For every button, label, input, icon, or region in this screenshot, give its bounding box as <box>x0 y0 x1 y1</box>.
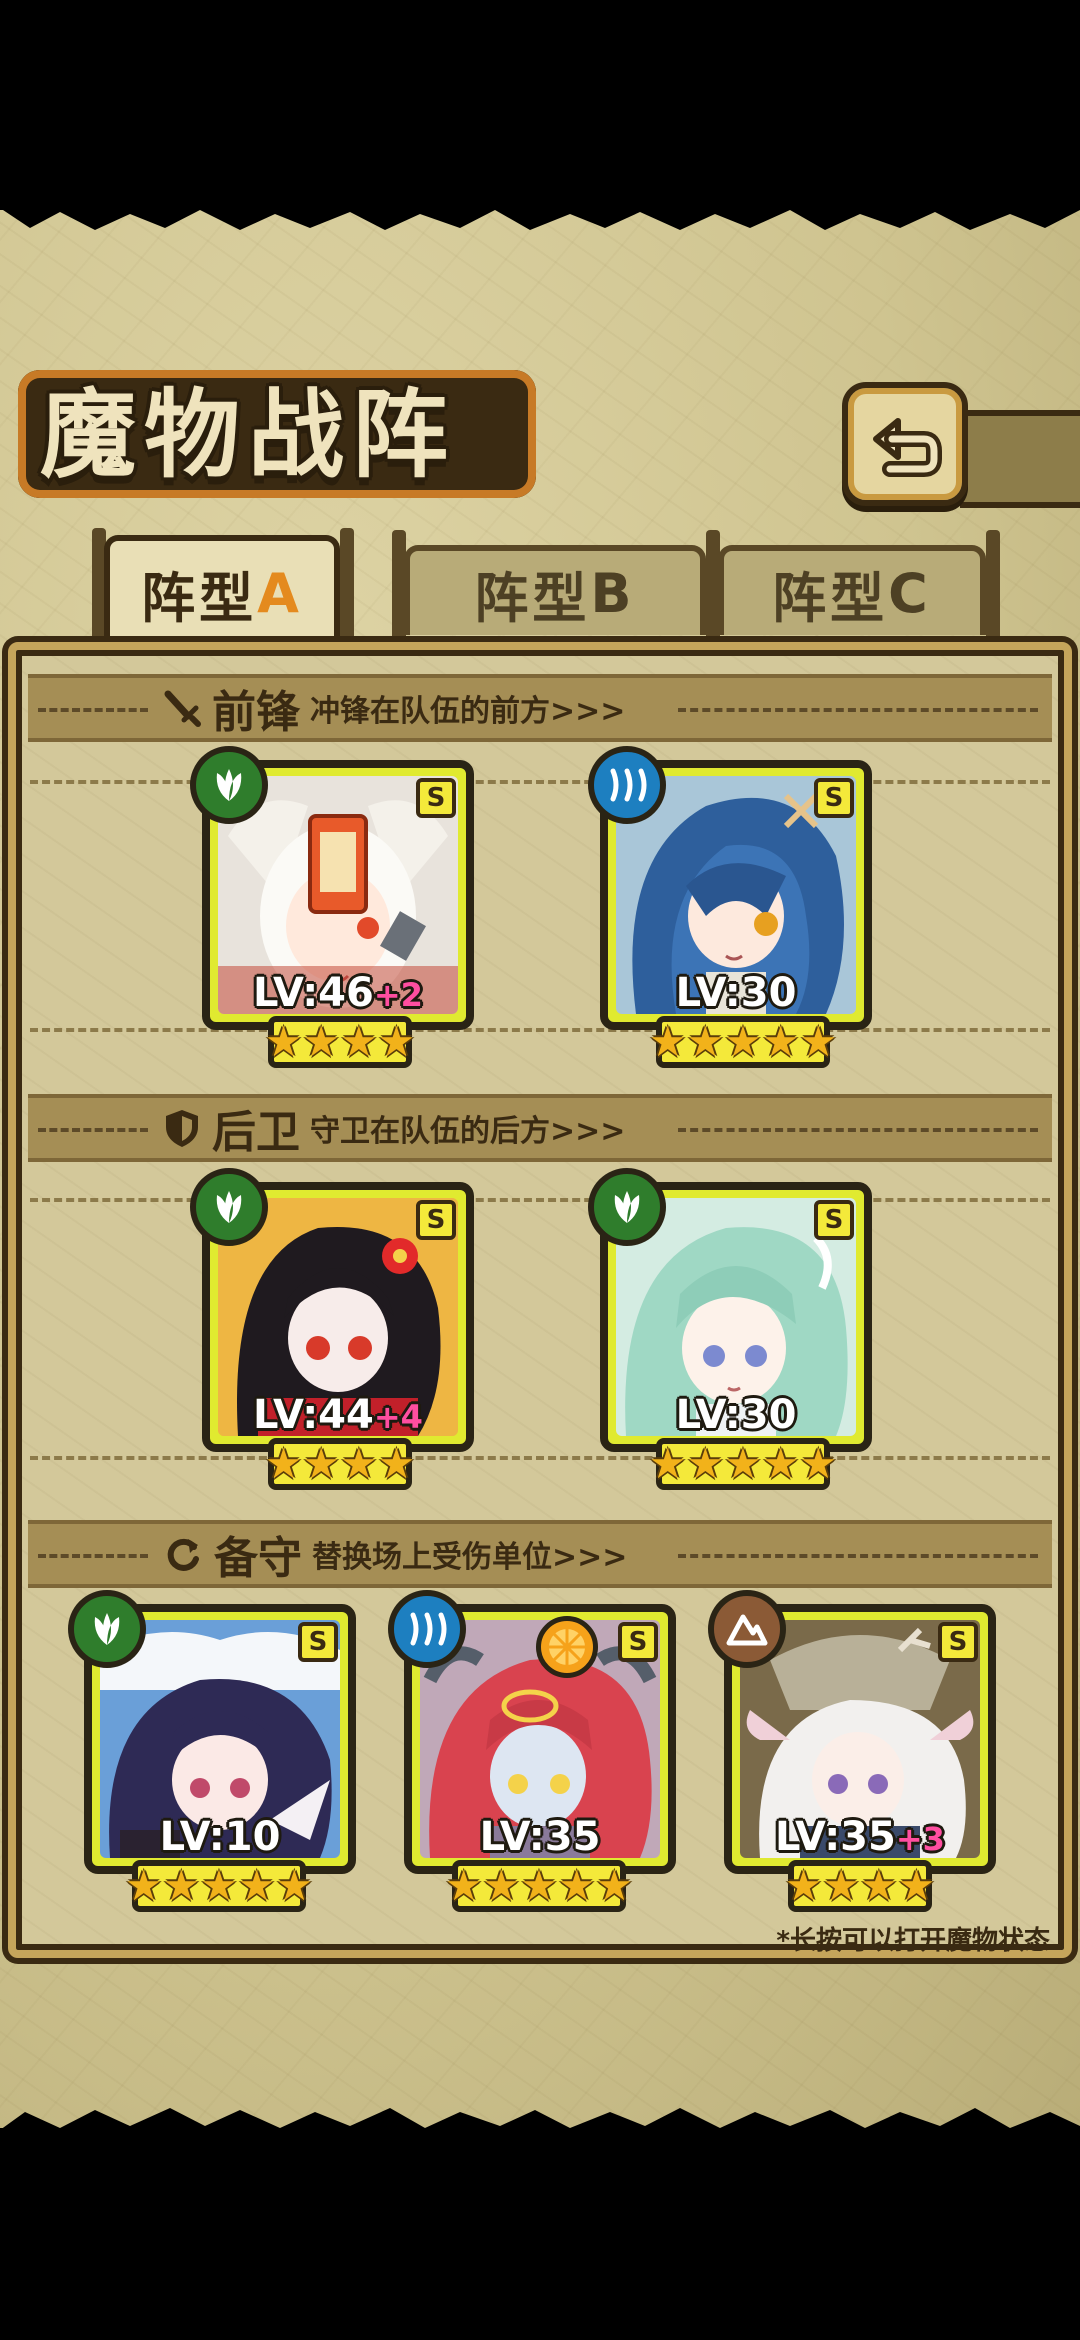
tab-formation-a[interactable]: 阵型 A <box>104 535 340 645</box>
level-label: LV:35 <box>479 1814 601 1860</box>
section-title: 后卫 <box>212 1107 300 1158</box>
divider <box>30 1198 1050 1202</box>
section-subtitle: 冲锋在队伍的前方>>> <box>310 694 626 729</box>
nature-element-icon <box>588 1168 666 1246</box>
section-reserve-header: 备守 替换场上受伤单位>>> <box>28 1520 1052 1588</box>
tab-post <box>340 528 354 646</box>
star-rating: ★ ★ ★ ★ <box>264 1438 416 1490</box>
rank-badge: S <box>814 1200 854 1240</box>
game-screen: 魔物战阵 阵型 A 阵型 B 阵型 C 前锋 冲锋在队伍的前方>>> 后卫 守卫… <box>0 0 1080 2340</box>
section-title: 前锋 <box>212 687 300 738</box>
divider <box>30 1456 1050 1460</box>
level-label: LV:10 <box>159 1814 281 1860</box>
divider <box>30 1028 1050 1032</box>
section-title: 备守 <box>214 1533 302 1584</box>
earth-element-icon <box>708 1590 786 1668</box>
section-subtitle: 替换场上受伤单位>>> <box>312 1540 628 1575</box>
long-press-hint: *长按可以打开魔物状态 <box>776 1926 1050 1956</box>
nature-element-icon <box>190 746 268 824</box>
level-label: LV:30 <box>675 970 797 1016</box>
screen-title: 魔物战阵 <box>40 378 456 491</box>
sword-icon <box>164 690 201 727</box>
tab-letter: A <box>257 561 303 625</box>
back-button-rail <box>960 410 1080 508</box>
tab-label: 阵型 <box>474 566 591 630</box>
tab-letter: B <box>590 561 636 625</box>
return-arrow-icon <box>873 418 942 477</box>
water-element-icon <box>388 1590 466 1668</box>
section-back-header: 后卫 守卫在队伍的后方>>> <box>28 1094 1052 1162</box>
divider <box>30 780 1050 784</box>
star-rating: ★ ★ ★ ★ ★ <box>648 1016 838 1068</box>
rank-badge: S <box>416 1200 456 1240</box>
section-subtitle: 守卫在队伍的后方>>> <box>310 1114 626 1149</box>
orange-badge-icon <box>536 1616 598 1678</box>
tab-formation-b[interactable]: 阵型 B <box>404 545 706 635</box>
section-front-header: 前锋 冲锋在队伍的前方>>> <box>28 674 1052 742</box>
rank-badge: S <box>814 778 854 818</box>
swap-icon <box>167 1538 199 1571</box>
nature-element-icon <box>190 1168 268 1246</box>
tab-post <box>986 530 1000 640</box>
nature-element-icon <box>68 1590 146 1668</box>
tab-label: 阵型 <box>772 566 889 630</box>
rank-badge: S <box>938 1622 978 1662</box>
water-element-icon <box>588 746 666 824</box>
level-label: LV:35+3 <box>775 1814 945 1860</box>
tab-formation-c[interactable]: 阵型 C <box>718 545 986 635</box>
star-rating: ★ ★ ★ ★ ★ <box>444 1860 634 1912</box>
level-label: LV:44+4 <box>253 1392 423 1438</box>
star-rating: ★ ★ ★ ★ <box>264 1016 416 1068</box>
tab-letter: C <box>888 561 932 625</box>
star-rating: ★ ★ ★ ★ <box>784 1860 936 1912</box>
back-button[interactable] <box>842 382 968 506</box>
rank-badge: S <box>618 1622 658 1662</box>
level-label: LV:30 <box>675 1392 797 1438</box>
star-rating: ★ ★ ★ ★ ★ <box>124 1860 314 1912</box>
level-label: LV:46+2 <box>253 970 423 1016</box>
rank-badge: S <box>298 1622 338 1662</box>
shield-icon <box>166 1110 198 1147</box>
tab-label: 阵型 <box>141 566 258 630</box>
star-rating: ★ ★ ★ ★ ★ <box>648 1438 838 1490</box>
rank-badge: S <box>416 778 456 818</box>
